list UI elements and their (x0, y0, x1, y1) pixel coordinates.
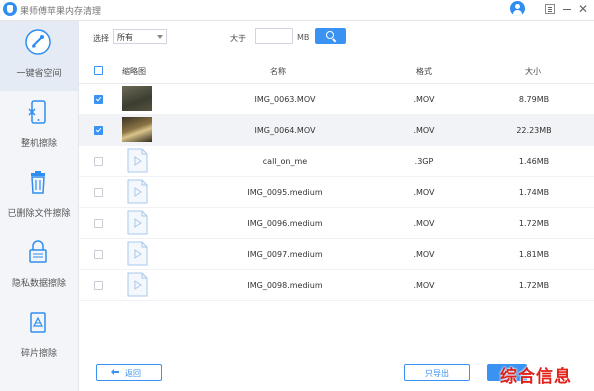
sidebar-item-label: 碎片擦除 (20, 349, 57, 359)
row-checkbox[interactable] (94, 250, 103, 259)
video-file-icon (127, 241, 148, 266)
app-title: 果师傅苹果内存清理 (20, 7, 102, 17)
file-format: .MOV (413, 126, 435, 135)
watermark: 综合信息 (500, 367, 572, 387)
table-row[interactable]: IMG_0097.medium .MOV 1.81MB (79, 239, 594, 270)
chevron-down-icon (157, 35, 163, 39)
table-row[interactable]: call_on_me .3GP 1.46MB (79, 146, 594, 177)
size-filter-input[interactable] (255, 28, 293, 44)
app-logo-icon (3, 2, 17, 16)
table-row[interactable]: IMG_0096.medium .MOV 1.72MB (79, 208, 594, 239)
video-file-icon (127, 148, 148, 173)
sidebar-item-label: 整机擦除 (20, 139, 57, 149)
table-row[interactable]: IMG_0098.medium .MOV 1.72MB (79, 270, 594, 301)
type-filter-value: 所有 (117, 33, 133, 42)
row-checkbox[interactable] (94, 281, 103, 290)
row-checkbox[interactable] (94, 126, 103, 135)
minimize-icon[interactable] (563, 9, 571, 10)
sidebar-item-fragments[interactable]: 碎片擦除 (0, 301, 78, 371)
fragment-icon (30, 312, 46, 333)
privacy-lock-icon (29, 240, 47, 263)
back-arrow-icon (111, 369, 119, 375)
file-size: 1.72MB (518, 281, 550, 290)
video-file-icon (127, 210, 148, 235)
video-thumbnail (122, 117, 152, 142)
close-icon[interactable]: ✕ (578, 1, 588, 17)
table-row[interactable]: IMG_0095.medium .MOV 1.74MB (79, 177, 594, 208)
file-table: 缩略图 名称 格式 大小 IMG_0063.MOV .MOV 8.79MB IM… (79, 57, 594, 301)
row-checkbox[interactable] (94, 219, 103, 228)
row-checkbox[interactable] (94, 188, 103, 197)
file-format: .MOV (413, 188, 435, 197)
file-format: .MOV (413, 219, 435, 228)
user-account-icon[interactable] (510, 1, 525, 16)
column-header-thumb: 缩略图 (122, 67, 146, 76)
search-icon (326, 31, 334, 39)
sidebar-item-label: 一键省空间 (16, 69, 62, 79)
file-name: IMG_0063.MOV (254, 95, 316, 104)
file-name: IMG_0098.medium (247, 281, 323, 290)
file-size: 1.72MB (518, 219, 550, 228)
trash-icon (31, 171, 45, 194)
export-only-button[interactable]: 只导出 (404, 364, 470, 381)
type-filter-select[interactable]: 所有 (113, 29, 167, 44)
sidebar-item-deleted-files[interactable]: 已删除文件擦除 (0, 161, 78, 231)
sidebar-item-privacy[interactable]: 隐私数据擦除 (0, 231, 78, 301)
sidebar-item-clean-space[interactable]: 一键省空间 (0, 21, 78, 91)
video-file-icon (127, 272, 148, 297)
sidebar-item-label: 隐私数据擦除 (11, 279, 66, 289)
table-header: 缩略图 名称 格式 大小 (79, 57, 594, 84)
column-header-size: 大小 (525, 67, 541, 76)
table-row[interactable]: IMG_0063.MOV .MOV 8.79MB (79, 84, 594, 115)
file-name: IMG_0095.medium (247, 188, 323, 197)
size-unit-label: MB (297, 33, 310, 42)
table-row[interactable]: IMG_0064.MOV .MOV 22.23MB (79, 115, 594, 146)
file-size: 22.23MB (516, 126, 552, 135)
file-name: call_on_me (262, 157, 308, 166)
file-name: IMG_0097.medium (247, 250, 323, 259)
file-size: 8.79MB (518, 95, 550, 104)
file-size: 1.81MB (518, 250, 550, 259)
column-header-format: 格式 (416, 67, 432, 76)
back-button-label: 返回 (125, 369, 141, 378)
search-button[interactable] (315, 28, 346, 44)
video-thumbnail (122, 86, 152, 111)
title-bar: 果师傅苹果内存清理 ✕ (0, 0, 594, 21)
column-header-name: 名称 (270, 67, 286, 76)
sidebar: 一键省空间 整机擦除 已删除文件擦除 隐私数据擦除 碎片擦除 (0, 21, 79, 391)
sidebar-item-phone-erase[interactable]: 整机擦除 (0, 91, 78, 161)
file-name: IMG_0096.medium (247, 219, 323, 228)
filter-bar: 选择 所有 大于 MB (79, 21, 594, 57)
file-format: .MOV (413, 281, 435, 290)
size-filter-label: 大于 (230, 34, 246, 43)
file-name: IMG_0064.MOV (254, 126, 316, 135)
file-size: 1.74MB (518, 188, 550, 197)
select-all-checkbox[interactable] (94, 66, 103, 75)
row-checkbox[interactable] (94, 157, 103, 166)
phone-erase-icon (28, 100, 46, 124)
file-format: .MOV (413, 95, 435, 104)
filter-select-label: 选择 (93, 34, 109, 43)
file-format: .3GP (414, 157, 434, 166)
clean-space-icon (25, 29, 51, 55)
sidebar-item-label: 已删除文件擦除 (7, 209, 71, 219)
menu-icon[interactable] (545, 4, 555, 14)
video-file-icon (127, 179, 148, 204)
file-size: 1.46MB (518, 157, 550, 166)
row-checkbox[interactable] (94, 95, 103, 104)
file-format: .MOV (413, 250, 435, 259)
back-button[interactable]: 返回 (96, 364, 162, 381)
export-only-label: 只导出 (425, 369, 449, 378)
